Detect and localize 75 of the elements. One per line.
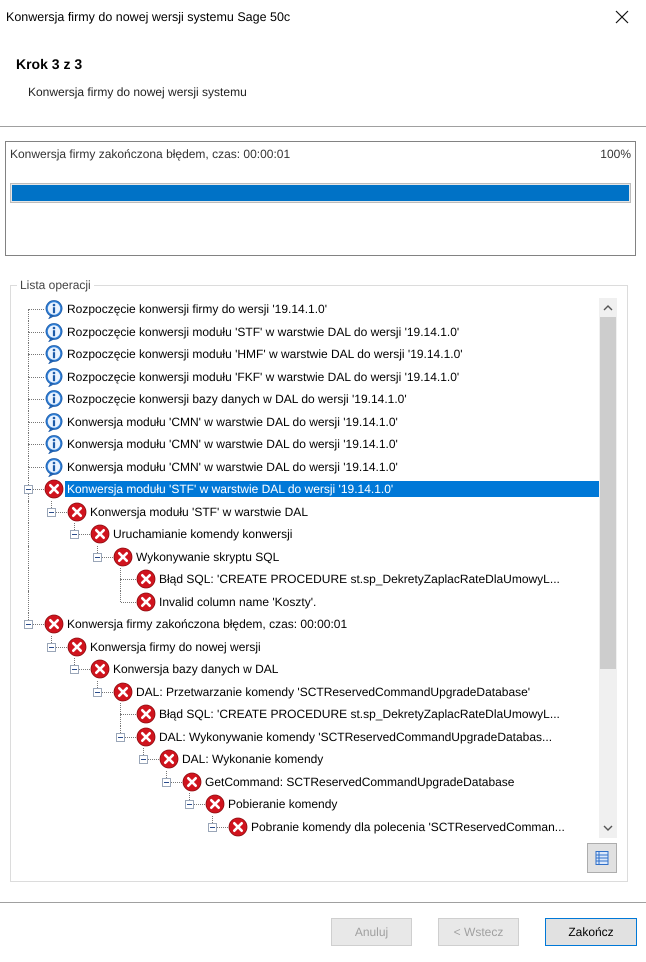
expander-icon[interactable] [208, 822, 217, 832]
operation-item[interactable]: Rozpoczęcie konwersji bazy danych w DAL do wersji '19.14.1.0' [65, 391, 409, 408]
expander-icon[interactable] [47, 642, 56, 652]
scroll-up-icon[interactable] [603, 304, 613, 311]
scrollbar[interactable] [599, 298, 617, 838]
error-icon [136, 704, 156, 724]
operation-item[interactable]: Pobranie komendy dla polecenia 'SCTReservedComman... [249, 818, 567, 835]
info-icon [44, 434, 64, 454]
expander-icon[interactable] [24, 485, 33, 494]
scroll-down-icon[interactable] [603, 825, 613, 832]
expander-icon[interactable] [116, 732, 125, 742]
operation-item[interactable]: Rozpoczęcie konwersji modułu 'STF' w warstwie DAL do wersji '19.14.1.0' [65, 324, 462, 340]
expander-icon[interactable] [24, 620, 33, 629]
error-icon [159, 749, 179, 770]
operation-item[interactable]: Pobieranie komendy [226, 796, 340, 812]
info-icon [44, 389, 64, 410]
error-icon [136, 726, 156, 747]
error-icon [44, 479, 64, 500]
expander-icon[interactable] [185, 800, 194, 809]
operation-item[interactable]: Uruchamianie komendy konwersji [111, 526, 294, 542]
error-icon [228, 816, 248, 837]
error-icon [67, 636, 87, 657]
expander-icon[interactable] [47, 508, 56, 516]
list-view-button[interactable] [587, 843, 617, 873]
error-icon [90, 524, 110, 544]
info-icon [44, 366, 64, 387]
info-icon [44, 322, 64, 342]
operation-item[interactable]: Rozpoczęcie konwersji modułu 'HMF' w warstwie DAL do wersji '19.14.1.0' [65, 346, 465, 362]
operation-item[interactable]: Wykonywanie skryptu SQL [134, 548, 282, 565]
close-icon[interactable] [615, 10, 629, 24]
progress-status: Konwersja firmy zakończona błędem, czas: 00:00:01 [10, 147, 290, 161]
step-subtitle: Konwersja firmy do nowej wersji systemu [28, 85, 248, 99]
window-title: Konwersja firmy do nowej wersji systemu Sage 50c [6, 10, 290, 24]
operation-item[interactable]: DAL: Wykonywanie komendy 'SCTReservedCommandUpgradeDatabas... [157, 728, 554, 745]
error-icon [67, 502, 87, 522]
info-icon [44, 344, 64, 364]
operation-item[interactable]: Konwersja modułu 'CMN' w warstwie DAL do wersji '19.14.1.0' [65, 414, 400, 430]
operation-item[interactable]: Konwersja modułu 'CMN' w warstwie DAL do wersji '19.14.1.0' [65, 458, 400, 475]
info-icon [44, 412, 64, 432]
operation-item[interactable]: Konwersja bazy danych w DAL [111, 661, 280, 678]
operation-item[interactable]: Konwersja modułu 'CMN' w warstwie DAL do wersji '19.14.1.0' [65, 436, 400, 452]
operation-item[interactable]: Konwersja firmy zakończona błędem, czas: 00:00:01 [65, 616, 350, 632]
operation-item[interactable]: Rozpoczęcie konwersji modułu 'FKF' w warstwie DAL do wersji '19.14.1.0' [65, 368, 462, 385]
error-icon [136, 592, 156, 612]
error-icon [44, 614, 64, 634]
scroll-thumb[interactable] [600, 317, 616, 669]
error-icon [205, 794, 225, 814]
group-title: Lista operacji [17, 278, 94, 292]
error-icon [182, 772, 202, 792]
error-icon [90, 659, 110, 680]
expander-icon[interactable] [70, 665, 79, 674]
info-icon [44, 299, 64, 320]
operation-item[interactable]: DAL: Przetwarzanie komendy 'SCTReservedCommandUpgradeDatabase' [134, 684, 532, 700]
operation-item[interactable]: Konwersja modułu 'STF' w warstwie DAL [88, 504, 310, 520]
expander-icon[interactable] [70, 530, 79, 539]
operation-item[interactable]: Rozpoczęcie konwersji firmy do wersji '19.14.1.0' [65, 301, 330, 318]
operation-item[interactable]: Invalid column name 'Koszty'. [157, 594, 318, 610]
error-icon [113, 682, 133, 702]
step-title: Krok 3 z 3 [16, 56, 84, 72]
progress-percent: 100% [600, 147, 631, 161]
operation-item[interactable]: Błąd SQL: 'CREATE PROCEDURE st.sp_DekretyZaplacRateDlaUmowyL... [157, 706, 562, 722]
error-icon [113, 546, 133, 567]
operation-item[interactable]: Błąd SQL: 'CREATE PROCEDURE st.sp_DekretyZaplacRateDlaUmowyL... [157, 571, 562, 588]
dialog-button[interactable]: Zakończ [545, 918, 637, 946]
operation-item[interactable]: GetCommand: SCTReservedCommandUpgradeDatabase [203, 774, 516, 790]
error-icon [136, 569, 156, 590]
operation-item[interactable]: Konwersja firmy do nowej wersji [88, 638, 263, 655]
operation-item[interactable]: Konwersja modułu 'STF' w warstwie DAL do wersji '19.14.1.0' [65, 481, 599, 498]
expander-icon[interactable] [162, 778, 171, 786]
operation-item[interactable]: DAL: Wykonanie komendy [180, 751, 326, 768]
list-icon [594, 850, 610, 866]
expander-icon[interactable] [139, 755, 148, 764]
info-icon [44, 456, 64, 477]
expander-icon[interactable] [93, 688, 102, 696]
expander-icon[interactable] [93, 552, 102, 562]
